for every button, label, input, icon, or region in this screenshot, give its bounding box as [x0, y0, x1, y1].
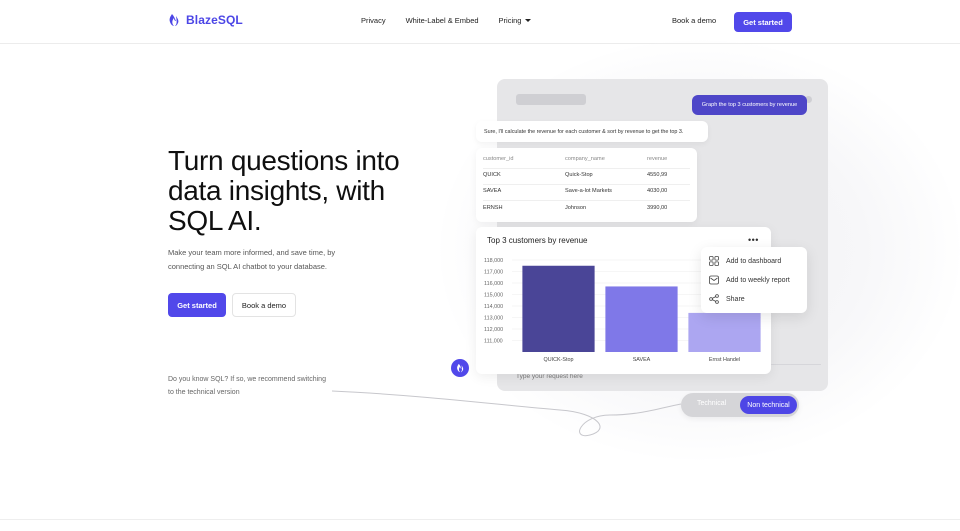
table-cell: 4550,99	[647, 172, 668, 178]
chevron-down-icon	[525, 19, 532, 22]
user-message-bubble: Graph the top 3 customers by revenue	[692, 95, 807, 115]
nav-book-demo-link[interactable]: Book a demo	[672, 16, 716, 25]
nav-link-white-label[interactable]: White-Label & Embed	[406, 16, 479, 25]
chart-title: Top 3 customers by revenue	[487, 236, 588, 245]
result-table: customer_id company_name revenue QUICK Q…	[476, 148, 697, 222]
panel-header-placeholder	[516, 94, 586, 105]
more-options-icon[interactable]: •••	[748, 235, 759, 245]
hero-subtitle: Make your team more informed, and save t…	[168, 248, 336, 271]
table-cell: 4030,00	[647, 188, 668, 194]
y-tick-label: 118,000	[484, 258, 503, 264]
dashboard-icon	[709, 256, 719, 266]
x-tick-label: Ernst Handel	[709, 357, 740, 363]
y-tick-label: 114,000	[484, 304, 503, 310]
table-cell: SAVEA	[483, 188, 502, 194]
table-cell: ERNSH	[483, 205, 503, 211]
share-icon	[709, 294, 719, 304]
nav-link-label: Pricing	[498, 16, 522, 25]
menu-item-label: Share	[726, 295, 745, 303]
menu-item-label: Add to weekly report	[726, 276, 790, 284]
table-cell: Johnson	[565, 205, 587, 211]
table-row: QUICK Quick-Stop 4550,99	[476, 167, 697, 183]
top-nav: BlazeSQL Privacy White-Label & Embed Pri…	[0, 0, 960, 44]
flame-icon	[169, 14, 179, 26]
nav-links: Privacy White-Label & Embed Pricing	[361, 16, 532, 25]
section-divider	[0, 519, 960, 520]
bot-avatar	[451, 359, 469, 377]
technical-version-hint: Do you know SQL? If so, we recommend swi…	[168, 376, 326, 396]
book-demo-button[interactable]: Book a demo	[232, 293, 296, 317]
table-row: ERNSH Johnson 3990,00	[476, 200, 697, 216]
table-header-cell: revenue	[647, 156, 668, 162]
y-tick-label: 111,000	[484, 339, 503, 345]
nav-link-pricing[interactable]: Pricing	[499, 16, 532, 25]
x-tick-label: SAVEA	[633, 357, 651, 363]
flame-icon	[456, 363, 463, 373]
brand-name: BlazeSQL	[186, 13, 243, 27]
chat-input[interactable]: Type your request here	[516, 373, 583, 380]
toggle-option-non-technical[interactable]: Non technical	[740, 396, 797, 414]
table-cell: QUICK	[483, 172, 501, 178]
y-tick-label: 115,000	[484, 293, 503, 299]
x-tick-label: QUICK-Stop	[544, 357, 574, 363]
table-header-cell: customer_id	[483, 156, 514, 162]
nav-link-label: White-Label & Embed	[405, 16, 479, 25]
hero-title: Turn questions into data insights, with …	[168, 145, 400, 236]
mail-icon	[709, 275, 719, 285]
chart-bar	[605, 286, 678, 352]
table-header-row: customer_id company_name revenue	[476, 151, 697, 167]
menu-item-share[interactable]: Share	[709, 294, 745, 304]
y-tick-label: 117,000	[484, 270, 503, 276]
toggle-option-technical[interactable]: Technical	[697, 400, 726, 407]
y-tick-label: 113,000	[484, 316, 503, 322]
menu-item-add-to-weekly-report[interactable]: Add to weekly report	[709, 275, 790, 285]
brand-logo[interactable]: BlazeSQL	[168, 13, 243, 27]
menu-item-add-to-dashboard[interactable]: Add to dashboard	[709, 256, 781, 266]
get-started-button[interactable]: Get started	[168, 293, 226, 317]
chart-bar	[522, 265, 595, 352]
menu-item-label: Add to dashboard	[726, 257, 782, 265]
chart-options-menu: Add to dashboard Add to weekly report Sh…	[701, 247, 807, 313]
nav-link-privacy[interactable]: Privacy	[361, 16, 386, 25]
table-cell: Quick-Stop	[565, 172, 593, 178]
table-header-cell: company_name	[565, 156, 605, 162]
table-row: SAVEA Save-a-lot Markets 4030,00	[476, 183, 697, 199]
table-cell: Save-a-lot Markets	[565, 188, 612, 194]
y-tick-label: 116,000	[484, 281, 503, 287]
y-tick-label: 112,000	[484, 327, 503, 333]
nav-link-label: Privacy	[361, 16, 386, 25]
ai-message-bubble: Sure, I'll calculate the revenue for eac…	[476, 121, 708, 142]
chart-bar	[688, 312, 761, 352]
nav-get-started-button[interactable]: Get started	[734, 12, 792, 32]
table-cell: 3990,00	[647, 205, 668, 211]
